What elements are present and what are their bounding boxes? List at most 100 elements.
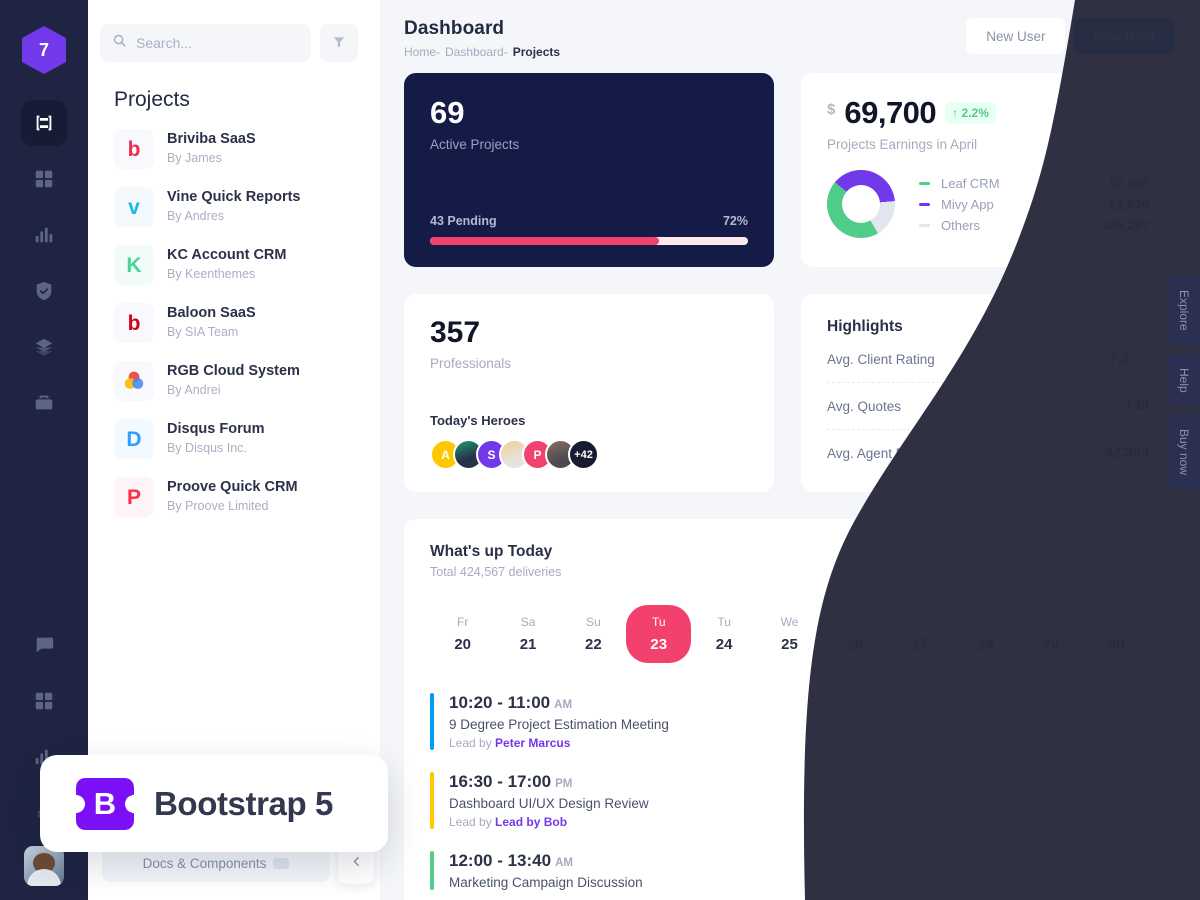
day-number: 21: [495, 636, 560, 653]
day-item[interactable]: Tu24: [691, 605, 756, 663]
day-item[interactable]: Th26: [822, 605, 887, 663]
project-name: RGB Cloud System: [167, 362, 300, 382]
event-lead-name[interactable]: Lead by Bob: [495, 815, 567, 829]
rail-item-grid[interactable]: [21, 156, 67, 202]
list-item: 16:30 - 17:00PM Dashboard UI/UX Design R…: [430, 764, 1149, 843]
topbar: Dashboard Home- Dashboard- Projects New …: [380, 0, 1200, 59]
project-list: b Briviba SaaS By James v Vine Quick Rep…: [88, 120, 380, 526]
panel-search-row: [88, 0, 380, 62]
project-author: By Andrei: [167, 382, 300, 400]
breadcrumb-dashboard[interactable]: Dashboard-: [445, 45, 508, 59]
project-logo-glyph: b: [128, 139, 141, 160]
list-item[interactable]: K KC Account CRM By Keenthemes: [102, 236, 366, 294]
event-ampm: AM: [555, 857, 573, 869]
breadcrumb-home[interactable]: Home-: [404, 45, 440, 59]
rail-item-apps[interactable]: [21, 678, 67, 724]
heroes-avatar-group: A S P +42: [430, 439, 748, 470]
event-time: 16:30 - 17:00PM: [449, 772, 649, 792]
project-logo-glyph: D: [126, 429, 141, 450]
list-item[interactable]: RGB Cloud System By Andrei: [102, 352, 366, 410]
avatar[interactable]: [24, 846, 64, 886]
report-center-button[interactable]: Report Cecnter: [1027, 543, 1149, 577]
project-logo-icon: P: [114, 477, 154, 517]
event-color-bar: [430, 772, 434, 829]
chevron-left-icon: [350, 855, 363, 871]
event-time: 12:00 - 13:40AM: [449, 851, 643, 871]
view-button[interactable]: View: [1088, 785, 1149, 817]
buy-now-tab[interactable]: Buy now: [1168, 415, 1200, 489]
app-logo[interactable]: 7: [22, 26, 66, 74]
day-item[interactable]: Mo30: [1084, 605, 1149, 663]
chat-icon: [33, 634, 55, 656]
new-goal-button[interactable]: New Goal: [1073, 18, 1175, 54]
percent-label: 72%: [723, 214, 748, 228]
avatar-overflow-count[interactable]: +42: [568, 439, 599, 470]
day-name: Mo: [1084, 615, 1149, 629]
highlight-value-group: ↙ 730: [1105, 398, 1149, 414]
project-author: By Disqus Inc.: [167, 440, 264, 458]
project-logo-icon: D: [114, 419, 154, 459]
new-user-button[interactable]: New User: [966, 18, 1065, 54]
legend-value: $2,820: [1109, 197, 1149, 212]
filter-button[interactable]: [320, 24, 358, 62]
rail-item-security[interactable]: [21, 268, 67, 314]
event-lead-name[interactable]: Peter Marcus: [495, 736, 570, 750]
project-author: By Andres: [167, 208, 301, 226]
project-logo-icon: [114, 361, 154, 401]
day-number: 25: [757, 636, 822, 653]
earnings-card: $ 69,700 ↑ 2.2% Projects Earnings in Apr…: [801, 73, 1175, 267]
rail-item-chat[interactable]: [21, 622, 67, 668]
currency-symbol: $: [827, 101, 835, 118]
highlights-title: Highlights: [827, 318, 1149, 336]
explore-tab[interactable]: Explore: [1168, 276, 1200, 345]
day-name: We: [757, 615, 822, 629]
event-lead-prefix: Lead by: [449, 815, 495, 829]
help-tab[interactable]: Help: [1168, 354, 1200, 407]
highlight-suffix: /10: [1129, 351, 1149, 367]
highlight-number: 7.8: [1109, 351, 1129, 367]
rail-item-layers[interactable]: [21, 324, 67, 370]
shield-check-icon: [33, 280, 55, 302]
day-item[interactable]: Fri27: [888, 605, 953, 663]
list-item[interactable]: b Briviba SaaS By James: [102, 120, 366, 178]
legend-swatch: [919, 182, 930, 185]
search-input[interactable]: [136, 35, 299, 51]
view-button[interactable]: View: [1088, 855, 1149, 887]
rail-item-charts[interactable]: [21, 212, 67, 258]
whats-up-today-card: What's up Today Total 424,567 deliveries…: [404, 519, 1175, 900]
day-name: Su: [561, 615, 626, 629]
highlights-card: Highlights Avg. Client Rating ↗ 7.8/10 A…: [801, 294, 1175, 492]
project-name: Briviba SaaS: [167, 130, 256, 150]
event-title: Dashboard UI/UX Design Review: [449, 796, 649, 811]
progress-track: [430, 237, 748, 245]
search-box[interactable]: [100, 24, 311, 62]
avatar-initial: +42: [574, 449, 593, 461]
highlight-value-group: ↗ 7.8/10: [1089, 351, 1149, 367]
event-color-bar: [430, 851, 434, 890]
day-item[interactable]: Su29: [1018, 605, 1083, 663]
day-item-selected[interactable]: Tu23: [626, 605, 691, 663]
list-item[interactable]: P Proove Quick CRM By Proove Limited: [102, 468, 366, 526]
earnings-legend: Leaf CRM $7,660 Mivy App $2,820 Others $…: [919, 173, 1149, 236]
day-name: Fr: [430, 615, 495, 629]
day-item[interactable]: Fr20: [430, 605, 495, 663]
day-item[interactable]: Sa21: [495, 605, 560, 663]
search-icon: [112, 33, 127, 53]
view-button[interactable]: View: [1088, 706, 1149, 738]
list-item[interactable]: D Disqus Forum By Disqus Inc.: [102, 410, 366, 468]
earnings-subtitle: Projects Earnings in April: [827, 137, 1149, 152]
day-number: 22: [561, 636, 626, 653]
active-projects-card: 69 Active Projects 43 Pending 72%: [404, 73, 774, 267]
rgb-circles-icon: [122, 369, 146, 393]
rail-item-briefcase[interactable]: [21, 380, 67, 426]
project-logo-icon: b: [114, 303, 154, 343]
list-item[interactable]: v Vine Quick Reports By Andres: [102, 178, 366, 236]
list-item[interactable]: b Baloon SaaS By SIA Team: [102, 294, 366, 352]
day-item[interactable]: Su 22: [561, 605, 626, 663]
event-time: 10:20 - 11:00AM: [449, 693, 669, 713]
legend-swatch: [919, 203, 930, 206]
day-item[interactable]: We 25: [757, 605, 822, 663]
day-item[interactable]: Sa28: [953, 605, 1018, 663]
rail-item-cube[interactable]: [21, 100, 67, 146]
panel-title: Projects: [88, 62, 380, 120]
